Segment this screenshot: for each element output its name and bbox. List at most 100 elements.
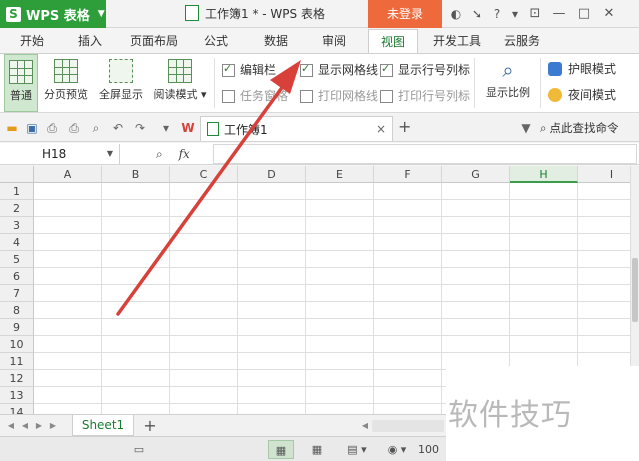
row-header[interactable]: 9 — [0, 319, 34, 336]
normal-view-status-icon[interactable]: ▦ — [268, 440, 294, 459]
undo-icon[interactable]: ↶ — [110, 120, 126, 136]
checkbox-print-gridlines[interactable]: 打印网格线 — [300, 88, 378, 104]
new-tab-button[interactable]: + — [398, 117, 411, 136]
reading-mode-button[interactable]: 阅读模式 ▾ — [150, 54, 210, 112]
zoom-level[interactable]: 100 — [418, 440, 439, 459]
page-break-preview-button[interactable]: 分页预览 — [42, 54, 90, 112]
open-folder-icon[interactable]: ▬ — [4, 120, 20, 136]
column-header[interactable]: D — [238, 166, 306, 183]
tab-developer[interactable]: 开发工具 — [426, 29, 488, 53]
tab-insert[interactable]: 插入 — [68, 29, 112, 53]
wps-w-logo-icon[interactable]: W — [180, 120, 196, 136]
command-search[interactable]: ⌕ 点此查找命令 — [540, 120, 618, 136]
restore-ribbon-icon[interactable]: ⊡ — [524, 3, 546, 25]
layout-menu-icon[interactable]: ▤ ▾ — [340, 440, 374, 459]
column-header-selected[interactable]: H — [510, 166, 578, 183]
close-icon[interactable]: ✕ — [598, 3, 620, 25]
redo-icon[interactable]: ↷ — [132, 120, 148, 136]
row-header[interactable]: 2 — [0, 200, 34, 217]
chevron-down-icon[interactable]: ▾ — [158, 120, 174, 136]
sheet-tab[interactable]: Sheet1 — [72, 415, 134, 436]
last-sheet-icon[interactable]: ▶ — [48, 420, 58, 432]
print-preview-icon[interactable]: ⌕ — [88, 120, 104, 136]
wps-logo-icon: S — [6, 6, 21, 22]
scroll-left-icon[interactable]: ◀ — [360, 420, 370, 432]
row-header[interactable]: 6 — [0, 268, 34, 285]
row-header[interactable]: 14 — [0, 404, 34, 414]
tab-formula[interactable]: 公式 — [194, 29, 238, 53]
first-sheet-icon[interactable]: ◀ — [6, 420, 16, 432]
skin-icon[interactable]: ◐ — [447, 4, 465, 24]
moon-icon — [548, 88, 562, 102]
more-chevron-icon[interactable]: ▾ — [506, 4, 524, 24]
checkbox-show-gridlines[interactable]: 显示网格线 — [300, 61, 378, 78]
checkbox-print-headings[interactable]: 打印行号列标 — [380, 88, 470, 104]
name-box[interactable]: H18 ▼ — [0, 144, 120, 164]
tab-home[interactable]: 开始 — [10, 29, 54, 53]
row-header[interactable]: 4 — [0, 234, 34, 251]
select-all-corner[interactable] — [0, 166, 34, 183]
eye-protection-button[interactable]: 护眼模式 — [548, 60, 616, 78]
column-header[interactable]: I — [578, 166, 630, 183]
scrollbar-thumb[interactable] — [632, 258, 638, 322]
row-header[interactable]: 8 — [0, 302, 34, 319]
share-icon[interactable]: ➘ — [468, 4, 486, 24]
fullscreen-button[interactable]: 全屏显示 — [96, 54, 146, 112]
gridline — [34, 301, 630, 302]
close-tab-icon[interactable]: × — [376, 122, 386, 136]
login-button[interactable]: 未登录 — [368, 0, 442, 28]
zoom-formula-icon[interactable]: ⌕ — [156, 147, 163, 161]
print-setup-icon[interactable]: ⎙ — [44, 120, 60, 136]
next-sheet-icon[interactable]: ▶ — [34, 420, 44, 432]
ribbon-tabs: 开始 插入 页面布局 公式 数据 审阅 视图 开发工具 云服务 — [0, 29, 639, 53]
row-header[interactable]: 10 — [0, 336, 34, 353]
eye-mode-status-icon[interactable]: ◉ ▾ — [380, 440, 414, 459]
document-tab[interactable]: 工作簿1 × — [200, 116, 393, 141]
toolbar-options-icon[interactable]: ▼ — [518, 120, 534, 136]
checkbox-show-headings[interactable]: 显示行号列标 — [380, 61, 470, 78]
print-icon[interactable]: ⎙ — [66, 120, 82, 136]
checkbox-checked-icon — [300, 61, 313, 77]
layout-toggle-icon[interactable]: ▭ — [126, 440, 152, 459]
magnifier-icon: ⌕ — [502, 58, 514, 82]
prev-sheet-icon[interactable]: ◀ — [20, 420, 30, 432]
zoom-button[interactable]: ⌕ 显示比例 — [480, 54, 536, 112]
row-header[interactable]: 7 — [0, 285, 34, 302]
normal-view-button[interactable]: 普通 — [4, 54, 38, 112]
shield-icon — [548, 62, 562, 76]
ribbon-view-panel: 普通 分页预览 全屏显示 阅读模式 ▾ 编辑栏 显示网格线 显示行号列标 任务窗… — [0, 53, 639, 113]
chevron-down-icon[interactable]: ▼ — [107, 144, 113, 164]
tab-page-layout[interactable]: 页面布局 — [124, 29, 184, 53]
tab-view[interactable]: 视图 — [368, 29, 418, 53]
help-icon[interactable]: ? — [488, 4, 506, 24]
page-break-status-icon[interactable]: ▦ — [304, 440, 330, 459]
save-icon[interactable]: ▣ — [24, 120, 40, 136]
row-header[interactable]: 1 — [0, 183, 34, 200]
formula-tools: ⌕ fx — [156, 144, 212, 164]
minimize-icon[interactable]: — — [548, 3, 570, 25]
insert-function-button[interactable]: fx — [179, 147, 190, 161]
row-header[interactable]: 5 — [0, 251, 34, 268]
gridline — [373, 183, 374, 414]
column-header[interactable]: G — [442, 166, 510, 183]
checkbox-task-pane[interactable]: 任务窗格 — [222, 88, 288, 104]
tab-data[interactable]: 数据 — [254, 29, 298, 53]
checkbox-formula-bar[interactable]: 编辑栏 — [222, 61, 276, 78]
formula-input[interactable] — [213, 144, 637, 164]
row-header[interactable]: 12 — [0, 370, 34, 387]
night-mode-button[interactable]: 夜间模式 — [548, 86, 616, 104]
column-header[interactable]: B — [102, 166, 170, 183]
column-header[interactable]: E — [306, 166, 374, 183]
maximize-icon[interactable]: □ — [573, 3, 595, 25]
column-header[interactable]: A — [34, 166, 102, 183]
column-header[interactable]: F — [374, 166, 442, 183]
row-header[interactable]: 3 — [0, 217, 34, 234]
add-sheet-button[interactable]: + — [140, 415, 160, 436]
tab-review[interactable]: 审阅 — [312, 29, 356, 53]
row-header[interactable]: 13 — [0, 387, 34, 404]
column-header[interactable]: C — [170, 166, 238, 183]
app-menu-button[interactable]: S WPS 表格 ▼ — [0, 0, 106, 28]
tab-cloud[interactable]: 云服务 — [496, 29, 548, 53]
horizontal-scrollbar[interactable] — [372, 420, 444, 432]
row-header[interactable]: 11 — [0, 353, 34, 370]
